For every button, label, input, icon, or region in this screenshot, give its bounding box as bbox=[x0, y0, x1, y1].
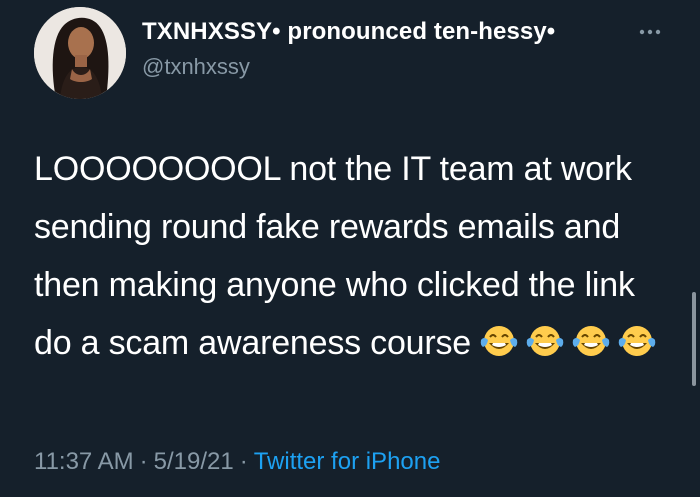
face-with-tears-of-joy-icon bbox=[618, 326, 656, 356]
more-options-button[interactable] bbox=[636, 22, 664, 42]
face-with-tears-of-joy-icon bbox=[572, 326, 610, 356]
user-handle[interactable]: @txnhxssy bbox=[142, 54, 250, 80]
more-horizontal-icon bbox=[639, 29, 661, 35]
tweet-time[interactable]: 11:37 AM bbox=[34, 448, 134, 475]
face-with-tears-of-joy-icon bbox=[526, 326, 564, 356]
avatar[interactable] bbox=[34, 7, 126, 99]
tweet-metadata: 11:37 AM · 5/19/21 · Twitter for iPhone bbox=[34, 448, 440, 476]
display-name[interactable]: TXNHXSSY• pronounced ten-hessy• bbox=[142, 18, 555, 46]
tweet-date[interactable]: 5/19/21 bbox=[154, 448, 234, 475]
display-name-row[interactable]: TXNHXSSY• pronounced ten-hessy• bbox=[142, 18, 555, 46]
tweet-card: TXNHXSSY• pronounced ten-hessy• @txnhxss… bbox=[0, 0, 700, 497]
profile-photo-image bbox=[34, 7, 126, 99]
emoji-group bbox=[479, 324, 657, 358]
face-with-tears-of-joy-icon bbox=[480, 326, 518, 356]
tweet-source-link[interactable]: Twitter for iPhone bbox=[254, 448, 441, 475]
meta-separator: · bbox=[139, 448, 148, 475]
tweet-body: LOOOOOOOOL not the IT team at work sendi… bbox=[34, 140, 674, 372]
meta-separator: · bbox=[239, 448, 248, 475]
scrollbar-thumb[interactable] bbox=[692, 292, 696, 386]
